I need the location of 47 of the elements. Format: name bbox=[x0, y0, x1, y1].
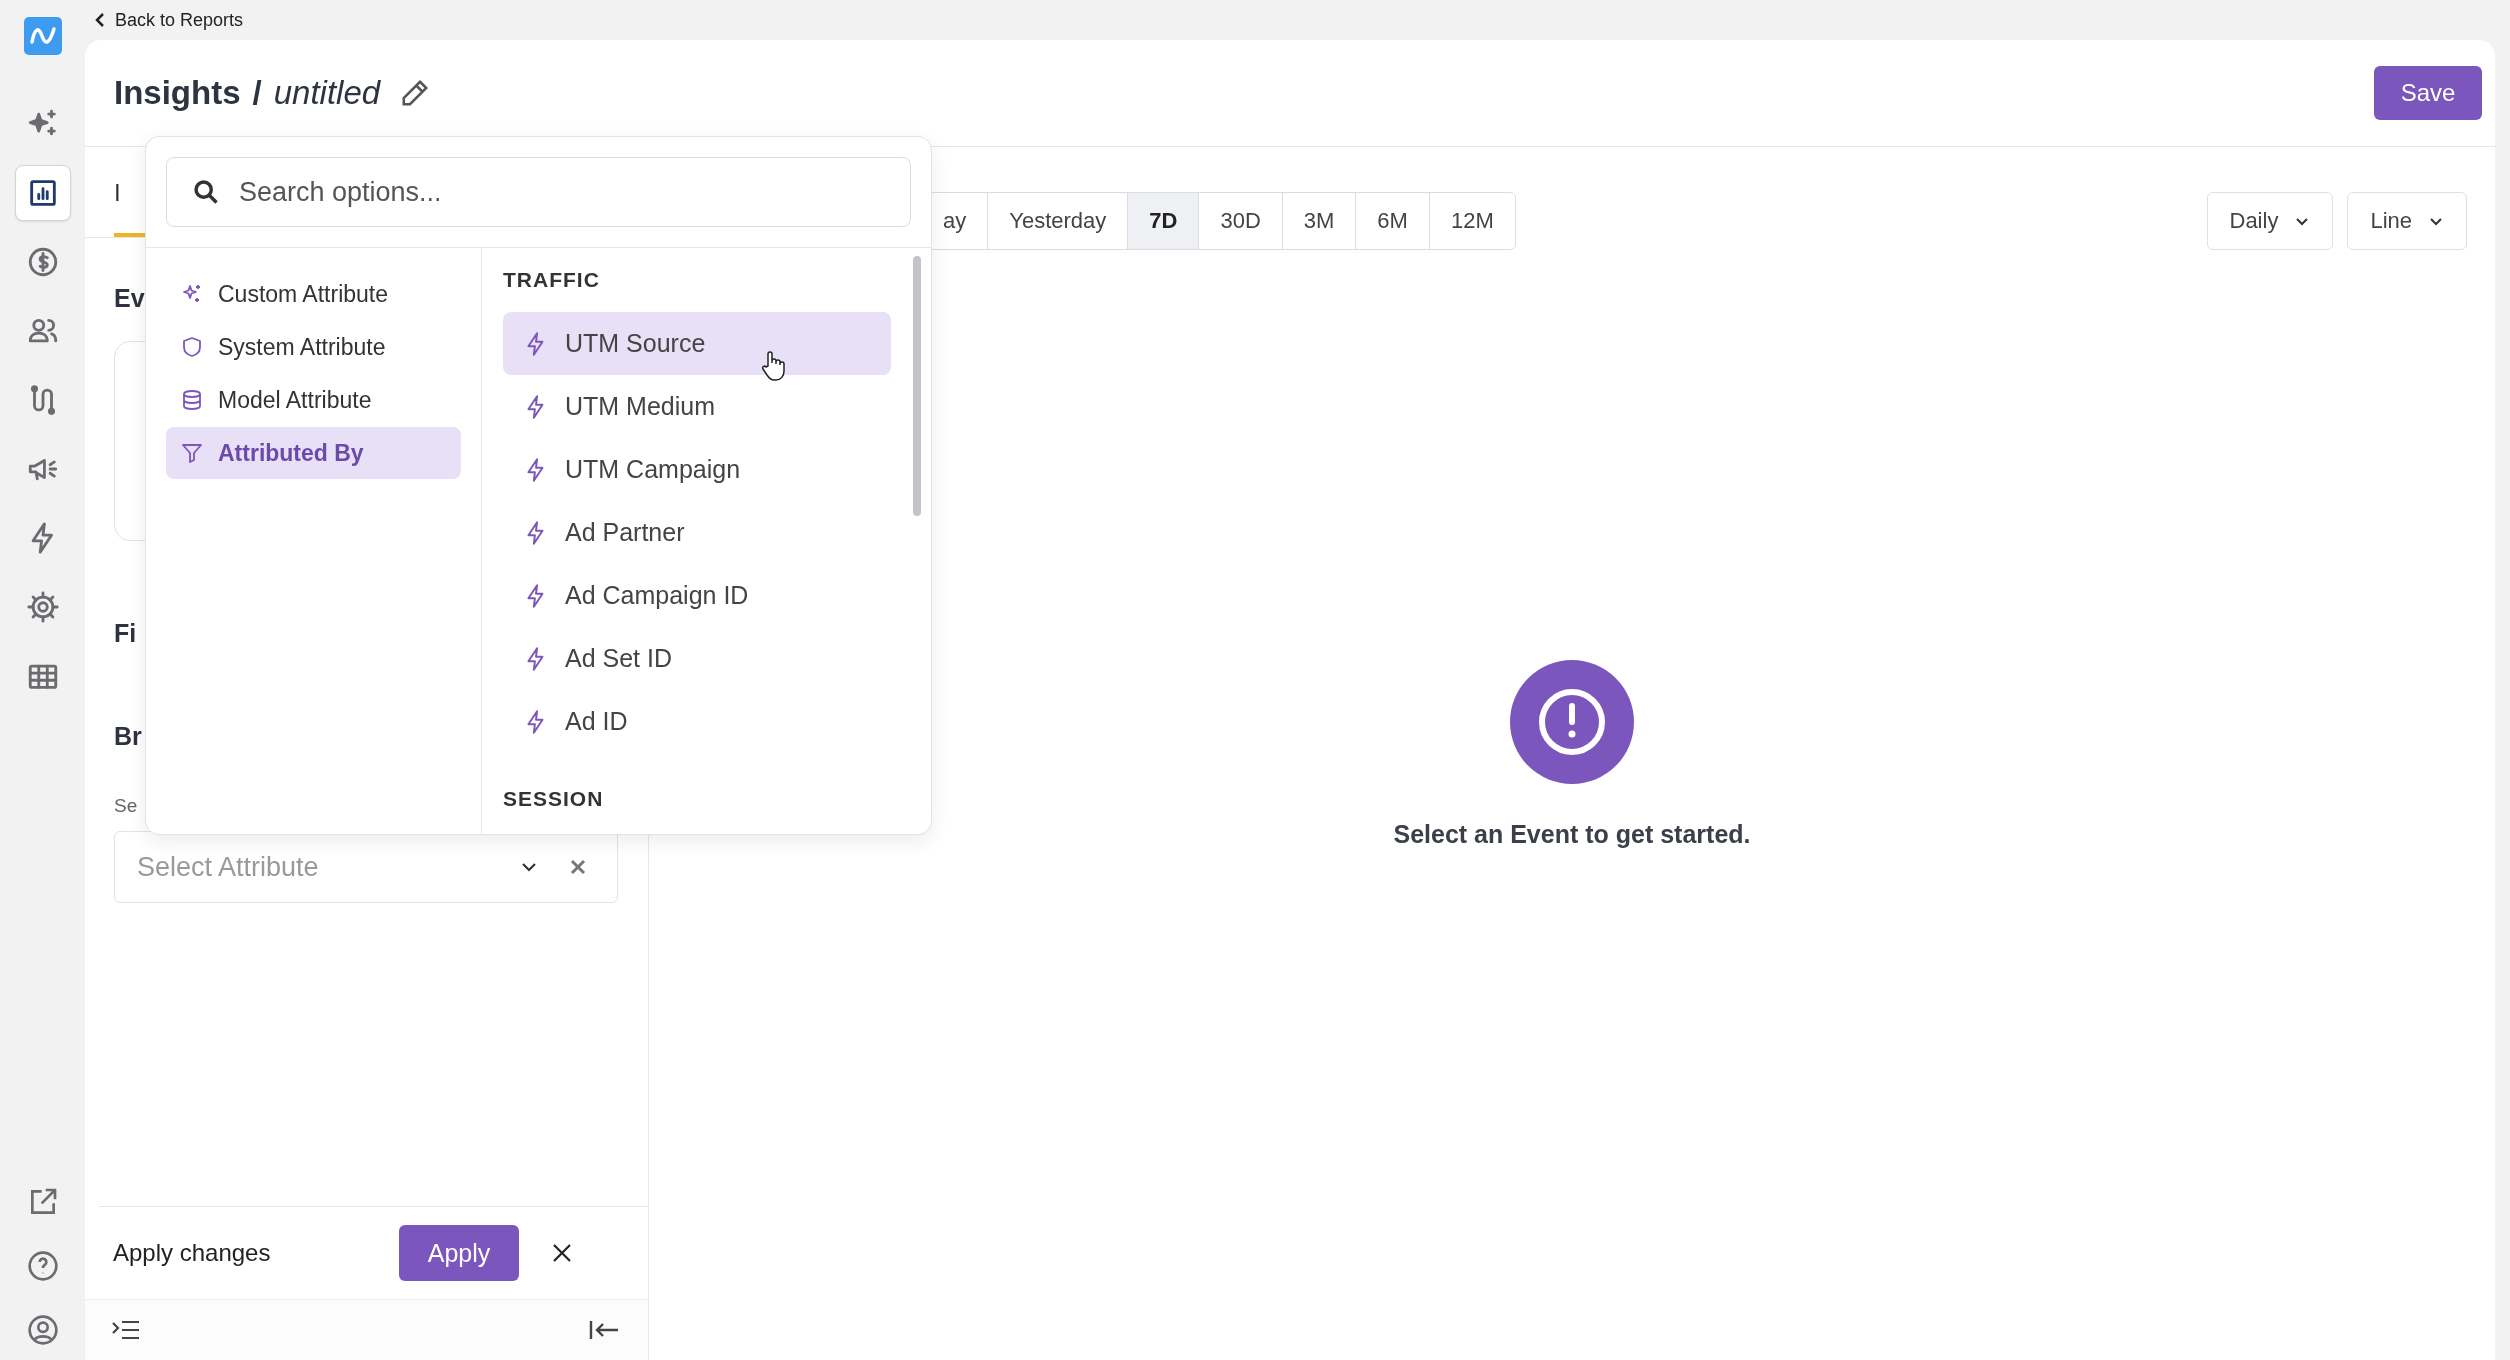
time-range-button[interactable]: 12M bbox=[1428, 193, 1515, 249]
category-item[interactable]: Attributed By bbox=[166, 427, 461, 479]
option-item[interactable]: Ad ID bbox=[503, 690, 891, 753]
option-item[interactable]: Ad Campaign ID bbox=[503, 564, 891, 627]
apply-changes-label: Apply changes bbox=[113, 1239, 272, 1267]
option-item[interactable]: UTM Medium bbox=[503, 375, 891, 438]
time-range-button[interactable]: 7D bbox=[1127, 193, 1199, 249]
clear-icon[interactable] bbox=[569, 858, 587, 876]
collapse-left-icon[interactable] bbox=[588, 1319, 620, 1341]
option-item[interactable]: UTM Campaign bbox=[503, 438, 891, 501]
help-icon[interactable] bbox=[26, 1250, 59, 1282]
page-title: Insights bbox=[114, 74, 241, 112]
chart-type-dropdown[interactable]: Line bbox=[2347, 192, 2467, 250]
user-avatar-icon[interactable] bbox=[26, 1314, 59, 1346]
search-icon bbox=[192, 178, 220, 206]
option-item[interactable]: Ad Set ID bbox=[503, 627, 891, 690]
interval-dropdown[interactable]: Daily bbox=[2206, 192, 2334, 250]
section-heading: Br bbox=[114, 722, 142, 751]
apply-button[interactable]: Apply bbox=[399, 1225, 519, 1281]
scrollbar[interactable] bbox=[913, 256, 921, 516]
chevron-left-icon bbox=[93, 12, 107, 28]
save-button[interactable]: Save bbox=[2374, 66, 2482, 120]
indent-list-icon[interactable] bbox=[111, 1319, 141, 1341]
field-label: Se bbox=[114, 795, 138, 817]
section-title: SESSION bbox=[503, 787, 605, 812]
section-title: TRAFFIC bbox=[503, 268, 601, 293]
database-icon bbox=[180, 388, 204, 412]
category-item[interactable]: System Attribute bbox=[166, 321, 461, 373]
hand-cursor-icon bbox=[761, 350, 787, 382]
section-heading: Fi bbox=[114, 619, 137, 648]
close-icon[interactable] bbox=[551, 1242, 573, 1264]
gear-icon bbox=[25, 590, 60, 624]
option-item[interactable]: Ad Partner bbox=[503, 501, 891, 564]
back-link[interactable]: Back to Reports bbox=[93, 9, 244, 31]
section-heading: Ev bbox=[114, 284, 145, 313]
search-field[interactable]: Search options... bbox=[166, 157, 911, 227]
nav-item[interactable] bbox=[14, 165, 71, 221]
empty-state-message: Select an Event to get started. bbox=[1393, 820, 1751, 849]
filter-icon bbox=[180, 441, 204, 465]
category-item[interactable]: Custom Attribute bbox=[166, 268, 461, 320]
category-item[interactable]: Model Attribute bbox=[166, 374, 461, 426]
alert-icon bbox=[1510, 660, 1634, 784]
edit-pencil-icon[interactable] bbox=[400, 78, 431, 108]
report-name: untitled bbox=[273, 74, 381, 112]
shield-icon bbox=[180, 335, 204, 359]
app-logo[interactable] bbox=[23, 17, 62, 55]
title-separator: / bbox=[252, 74, 262, 112]
